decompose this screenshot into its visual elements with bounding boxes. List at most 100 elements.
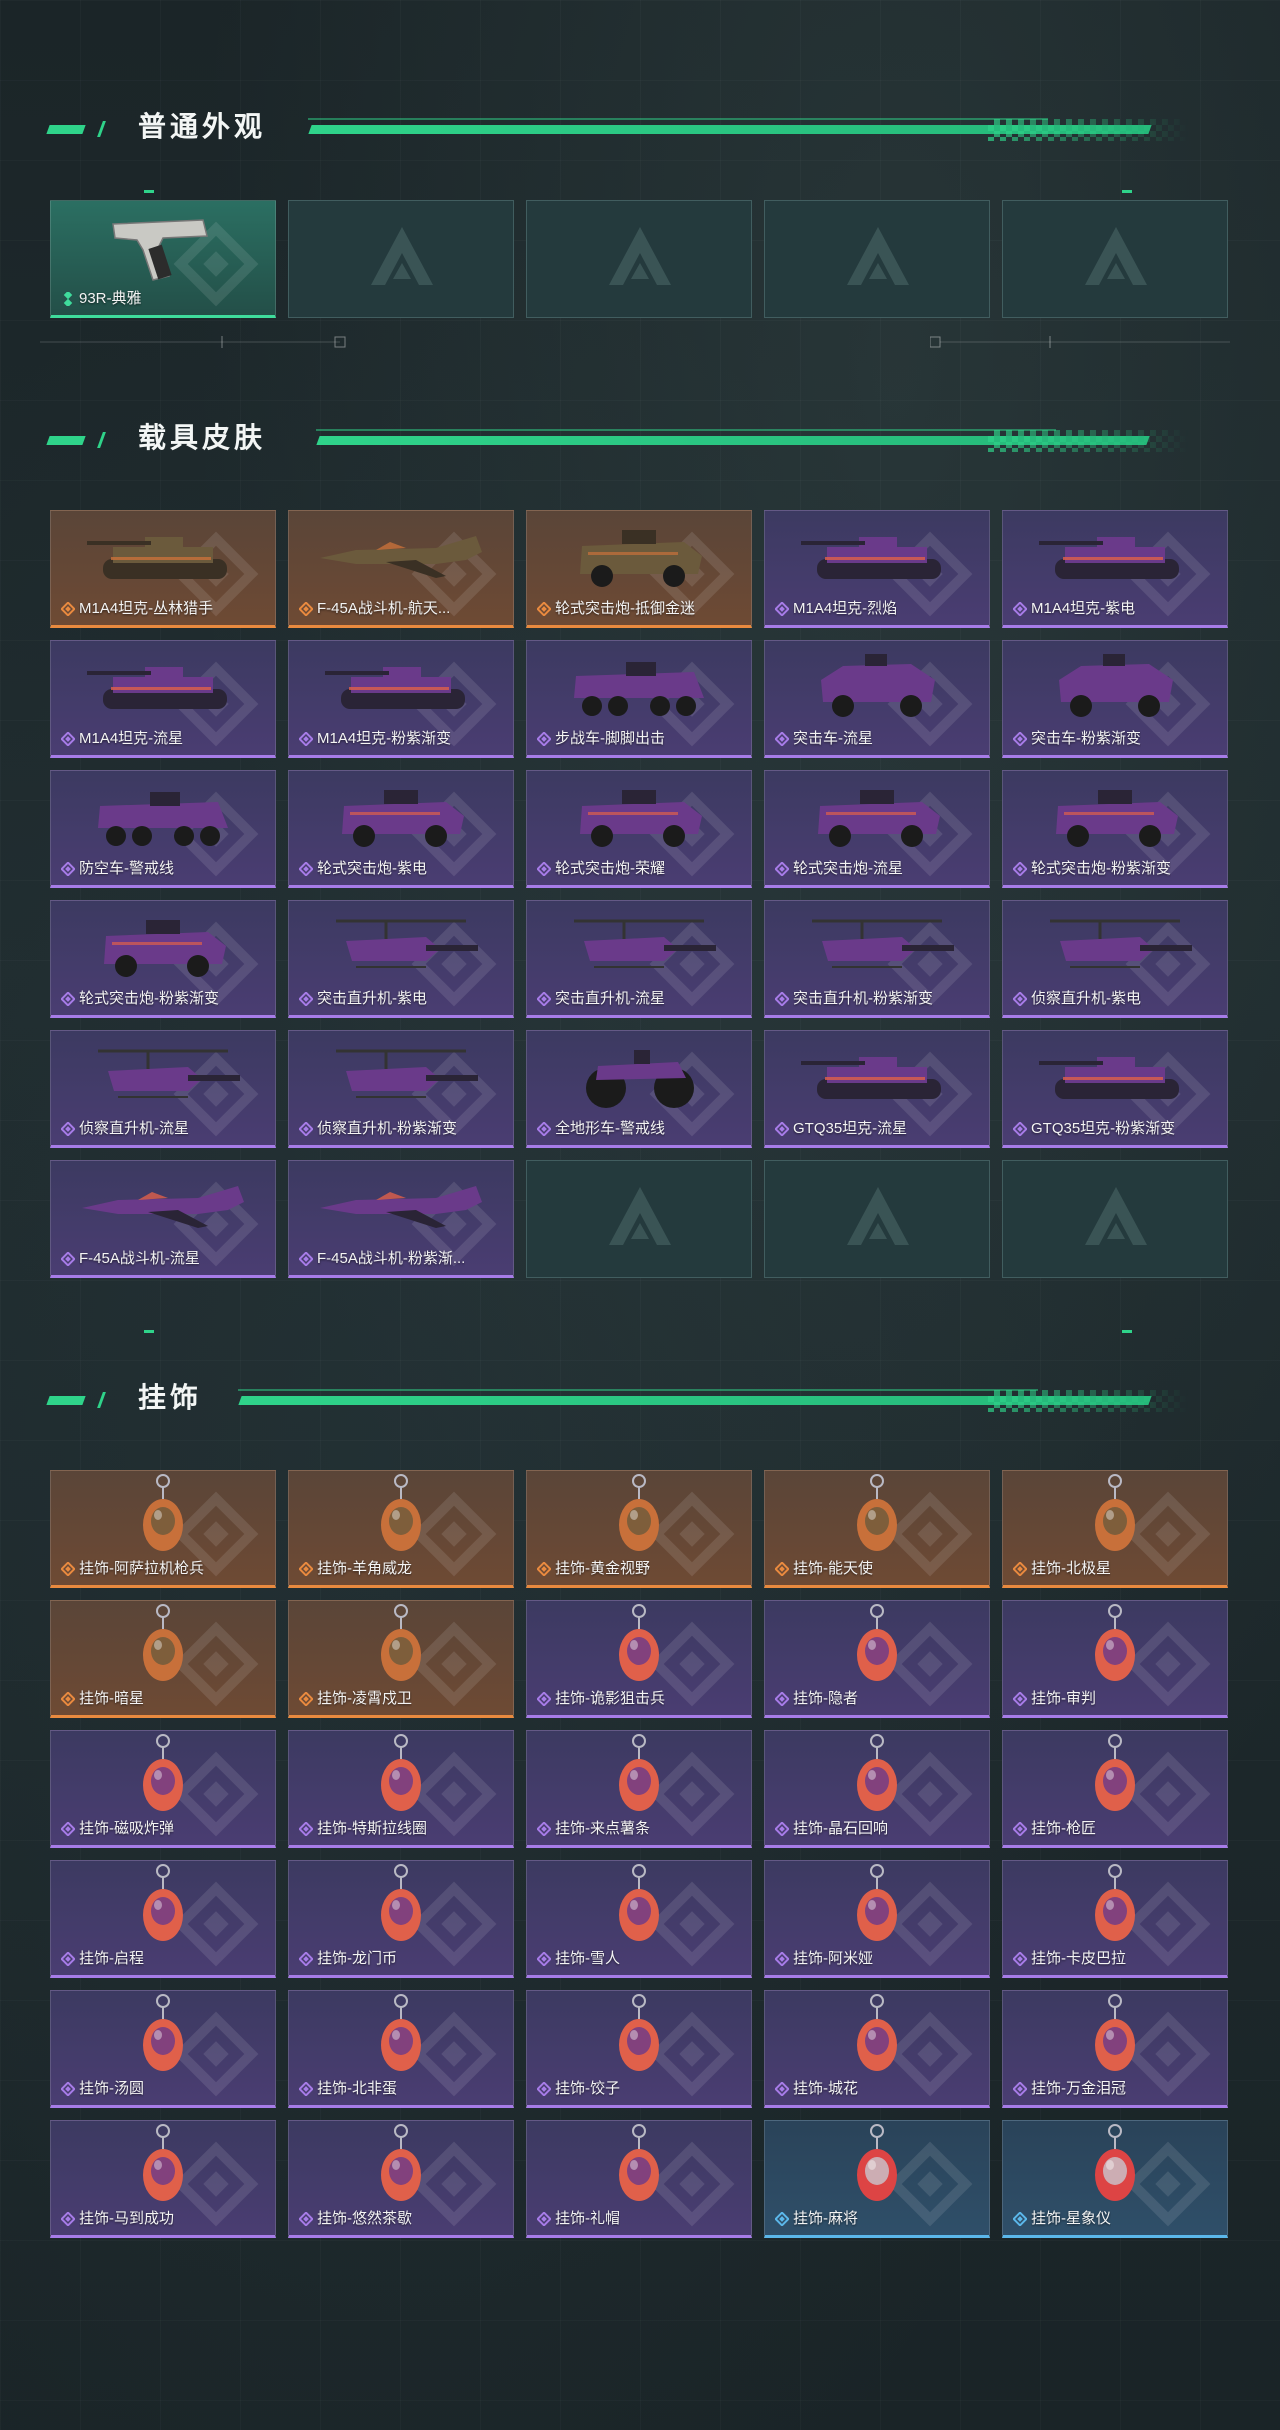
item-card[interactable]: 轮式突击炮-流星 [764, 770, 990, 888]
item-card[interactable]: 挂饰-磁吸炸弹 [50, 1730, 276, 1848]
crystal-charm-icon [765, 1734, 989, 1817]
item-card[interactable]: 突击直升机-流星 [526, 900, 752, 1018]
item-card[interactable]: 挂饰-雪人 [526, 1860, 752, 1978]
item-card[interactable]: 挂饰-启程 [50, 1860, 276, 1978]
header-tick [97, 432, 106, 448]
item-label: 挂饰-晶石回响 [793, 1820, 888, 1837]
item-card[interactable]: M1A4坦克-流星 [50, 640, 276, 758]
rarity-icon [1012, 731, 1028, 747]
item-card[interactable]: 挂饰-饺子 [526, 1990, 752, 2108]
item-label: F-45A战斗机-流星 [79, 1250, 200, 1267]
item-card[interactable]: 挂饰-隐者 [764, 1600, 990, 1718]
item-card[interactable]: 轮式突击炮-荣耀 [526, 770, 752, 888]
item-card[interactable]: 挂饰-万金泪冠 [1002, 1990, 1228, 2108]
item-card[interactable]: 突击车-粉紫渐变 [1002, 640, 1228, 758]
helicopter-icon [289, 1035, 513, 1117]
item-card[interactable]: M1A4坦克-烈焰 [764, 510, 990, 628]
item-label: 轮式突击炮-粉紫渐变 [1031, 860, 1171, 877]
item-card[interactable]: 挂饰-暗星 [50, 1600, 276, 1718]
item-card[interactable]: 挂饰-枪匠 [1002, 1730, 1228, 1848]
rarity-icon [60, 1821, 76, 1837]
rarity-icon [1012, 1821, 1028, 1837]
item-card[interactable]: 挂饰-麻将 [764, 2120, 990, 2238]
item-card[interactable]: GTQ35坦克-流星 [764, 1030, 990, 1148]
item-card[interactable]: 侦察直升机-紫电 [1002, 900, 1228, 1018]
item-card[interactable]: 突击直升机-粉紫渐变 [764, 900, 990, 1018]
item-label: 突击直升机-紫电 [317, 990, 427, 1007]
item-card[interactable]: 侦察直升机-粉紫渐变 [288, 1030, 514, 1148]
pan-charm-icon [289, 1994, 513, 2077]
empty-slot [526, 200, 752, 318]
bowl-charm-icon [51, 1994, 275, 2077]
item-card[interactable]: 防空车-警戒线 [50, 770, 276, 888]
item-card[interactable]: 突击直升机-紫电 [288, 900, 514, 1018]
item-label: 挂饰-饺子 [555, 2080, 620, 2097]
item-card[interactable]: 挂饰-阿米娅 [764, 1860, 990, 1978]
item-label: 步战车-脚脚出击 [555, 730, 665, 747]
item-card[interactable]: 挂饰-能天使 [764, 1470, 990, 1588]
item-card[interactable]: M1A4坦克-紫电 [1002, 510, 1228, 628]
item-card[interactable]: 全地形车-警戒线 [526, 1030, 752, 1148]
item-card[interactable]: 步战车-脚脚出击 [526, 640, 752, 758]
item-card[interactable]: 挂饰-特斯拉线圈 [288, 1730, 514, 1848]
item-card[interactable]: 轮式突击炮-紫电 [288, 770, 514, 888]
item-card[interactable]: 轮式突击炮-抵御金迷 [526, 510, 752, 628]
bomb-charm-icon [51, 1734, 275, 1817]
item-card[interactable]: 轮式突击炮-粉紫渐变 [1002, 770, 1228, 888]
item-card[interactable]: 挂饰-马到成功 [50, 2120, 276, 2238]
item-card[interactable]: GTQ35坦克-粉紫渐变 [1002, 1030, 1228, 1148]
item-card[interactable]: 挂饰-汤圆 [50, 1990, 276, 2108]
ruler-decor-left [40, 336, 346, 348]
item-card[interactable]: 挂饰-来点薯条 [526, 1730, 752, 1848]
capybara-charm-icon [1003, 1864, 1227, 1947]
apc-icon [527, 645, 751, 727]
item-card[interactable]: 轮式突击炮-粉紫渐变 [50, 900, 276, 1018]
rarity-icon [1012, 601, 1028, 617]
item-label: 挂饰-阿米娅 [793, 1950, 873, 1967]
item-label: M1A4坦克-烈焰 [793, 600, 898, 617]
item-card[interactable]: M1A4坦克-丛林猎手 [50, 510, 276, 628]
item-card[interactable]: 突击车-流星 [764, 640, 990, 758]
item-card[interactable]: F-45A战斗机-粉紫渐... [288, 1160, 514, 1278]
rarity-icon [774, 601, 790, 617]
header-thin-line [308, 118, 1048, 120]
item-label: 全地形车-警戒线 [555, 1120, 665, 1137]
item-card[interactable]: 挂饰-黄金视野 [526, 1470, 752, 1588]
item-card[interactable]: F-45A战斗机-流星 [50, 1160, 276, 1278]
assault-vehicle-icon [1003, 645, 1227, 727]
item-card[interactable]: 挂饰-诡影狙击兵 [526, 1600, 752, 1718]
item-card[interactable]: 挂饰-龙门币 [288, 1860, 514, 1978]
tank-icon [289, 645, 513, 727]
item-card[interactable]: 挂饰-凌霄戍卫 [288, 1600, 514, 1718]
item-card[interactable]: 挂饰-审判 [1002, 1600, 1228, 1718]
item-card[interactable]: 挂饰-城花 [764, 1990, 990, 2108]
item-card[interactable]: 挂饰-礼帽 [526, 2120, 752, 2238]
item-card[interactable]: 挂饰-悠然茶歇 [288, 2120, 514, 2238]
item-card[interactable]: 挂饰-卡皮巴拉 [1002, 1860, 1228, 1978]
rarity-icon [774, 2211, 790, 2227]
rarity-icon [60, 1561, 76, 1577]
rarity-icon [1012, 861, 1028, 877]
item-card[interactable]: F-45A战斗机-航天... [288, 510, 514, 628]
section-header-normal: 普通外观 [46, 107, 1198, 147]
rarity-icon [774, 1821, 790, 1837]
tank-icon [51, 645, 275, 727]
rarity-icon [774, 1691, 790, 1707]
item-card[interactable]: 挂饰-阿萨拉机枪兵 [50, 1470, 276, 1588]
item-card[interactable]: M1A4坦克-粉紫渐变 [288, 640, 514, 758]
item-card[interactable]: 挂饰-北非蛋 [288, 1990, 514, 2108]
item-card[interactable]: 侦察直升机-流星 [50, 1030, 276, 1148]
item-card[interactable]: 挂饰-星象仪 [1002, 2120, 1228, 2238]
rarity-icon [298, 2081, 314, 2097]
placeholder-logo-icon [843, 223, 913, 293]
item-label: 挂饰-凌霄戍卫 [317, 1690, 412, 1707]
hat-charm-icon [527, 2124, 751, 2207]
empty-slot [1002, 200, 1228, 318]
item-card[interactable]: 93R-典雅 [50, 200, 276, 318]
item-card[interactable]: 挂饰-羊角威龙 [288, 1470, 514, 1588]
empty-slot [764, 200, 990, 318]
rarity-icon [774, 1121, 790, 1137]
item-card[interactable]: 挂饰-晶石回响 [764, 1730, 990, 1848]
item-card[interactable]: 挂饰-北极星 [1002, 1470, 1228, 1588]
armored-car-icon [51, 905, 275, 987]
